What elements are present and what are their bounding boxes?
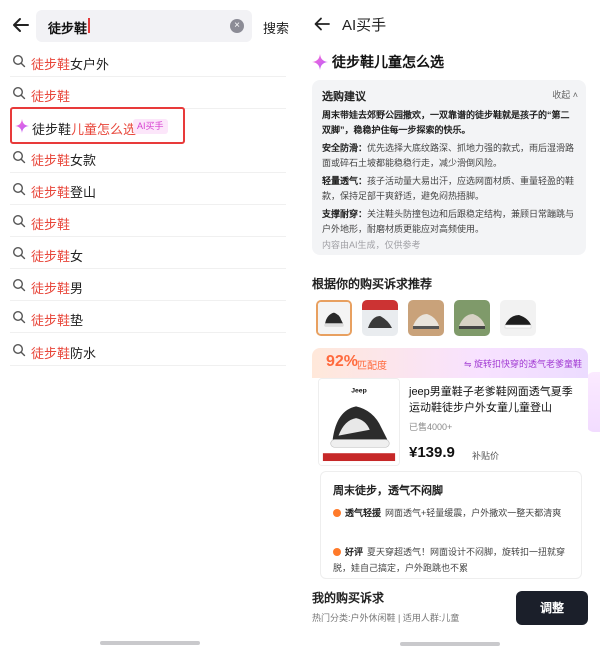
match-percent: 92% [326,353,359,370]
product-title[interactable]: jeep男童鞋子老爹鞋网面透气夏季运动鞋徒步户外女童儿童登山 [409,384,581,416]
suggestion-label: 徒步鞋女户外 [31,57,110,72]
home-indicator[interactable] [400,642,500,646]
search-icon [12,214,26,228]
suggestion-label: 徒步鞋儿童怎么选 [32,122,137,137]
search-icon [12,86,26,100]
collapse-button[interactable]: 收起 ˄ [552,88,578,101]
suggestion-item[interactable]: 徒步鞋 [10,205,286,237]
search-button[interactable]: 搜索 [263,18,289,37]
ai-buyer-panel: AI买手 徒步鞋儿童怎么选 选购建议 收起 ˄ 周末带娃去郊野公园撒欢，一双靠谱… [300,0,600,651]
product-image[interactable]: Jeep [318,378,400,466]
product-card[interactable]: Jeep jeep男童鞋子老爹鞋网面透气夏季运动鞋徒步户外女童儿童登山 已售40… [312,378,588,470]
suggestion-item[interactable]: 徒步鞋垫 [10,301,286,333]
advice-title: 选购建议 [322,91,366,103]
home-indicator[interactable] [100,641,200,645]
suggestion-label: 徒步鞋 [31,89,71,104]
thumbnail[interactable] [362,300,398,336]
advice-point: 轻量透气：孩子活动量大易出汗，应选网面材质、重量轻盈的鞋款，保持足部干爽舒适，避… [322,176,575,201]
match-tag: ⇋ 旋转扣快穿的透气老爹童鞋 [463,359,582,369]
match-label: 匹配度 [357,361,387,372]
review-card: 周末徒步，透气不闷脚 透气轻援 网面透气+轻量缓震，户外撒欢一整天都清爽 好评 夏天… [320,471,582,579]
search-header: 徒步鞋 × 搜索 [0,8,300,42]
search-icon [12,343,26,357]
collapse-label: 收起 [552,90,571,100]
shoe-image: Jeep [319,379,399,465]
recommend-title: 根据你的购买诉求推荐 [312,277,433,291]
thumbnail[interactable] [454,300,490,336]
advice-point: 安全防滑：优先选择大底纹路深、抓地力强的款式，雨后湿滑路面或碎石土坡都能稳稳行走… [322,143,575,168]
shoe-image [500,300,536,336]
sparkle-icon [15,119,29,133]
suggestion-item[interactable]: 徒步鞋登山 [10,173,286,205]
suggestion-item[interactable]: 徒步鞋女户外 [10,45,286,77]
ai-badge: AI买手 [133,119,168,134]
purchase-needs-bar: 我的购买诉求 热门分类:户外休闲鞋 | 适用人群:儿童 调整 [300,583,600,641]
needs-title: 我的购买诉求 [312,591,385,605]
product-thumbnails [316,300,556,340]
suggestion-label: 徒步鞋防水 [31,346,97,361]
search-icon [12,310,26,324]
thumbnail[interactable] [408,300,444,336]
suggestion-label: 徒步鞋男 [31,281,84,296]
search-input-value: 徒步鞋 [48,21,88,36]
back-arrow-icon[interactable] [10,14,32,36]
review-item: 好评 夏天穿超透气！网面设计不闷脚，旋转扣一扭就穿脱，娃自己搞定，户外跑跳也不累 [333,547,566,573]
review-title: 周末徒步，透气不闷脚 [333,485,443,497]
search-icon [12,278,26,292]
suggestion-item[interactable]: 徒步鞋防水 [10,334,286,366]
suggestion-label: 徒步鞋 [31,217,71,232]
advice-body: 周末带娃去郊野公园撒欢，一双靠谱的徒步鞋就是孩子的“第二双脚”，稳稳护住每一步探… [322,108,578,240]
suggestion-item[interactable]: 徒步鞋 [10,77,286,109]
search-icon [12,246,26,260]
shoe-image [362,300,398,336]
side-decoration [586,372,600,432]
bullet-icon [333,509,341,517]
search-icon [12,182,26,196]
advice-intro: 周末带娃去郊野公园撒欢，一双靠谱的徒步鞋就是孩子的“第二双脚”，稳稳护住每一步探… [322,110,570,135]
suggestion-item[interactable]: 徒步鞋女 [10,237,286,269]
thumbnail[interactable] [500,300,536,336]
brand-logo: Jeep [351,388,367,395]
thumbnail-selected[interactable] [316,300,352,336]
advice-card: 选购建议 收起 ˄ 周末带娃去郊野公园撒欢，一双靠谱的徒步鞋就是孩子的“第二双脚… [312,80,586,255]
shoe-image [454,300,490,336]
suggestion-ai-item[interactable]: 徒步鞋儿童怎么选 AI买手 [10,107,185,144]
link-icon: ⇋ [463,359,474,369]
suggestion-label: 徒步鞋垫 [31,313,84,328]
adjust-button[interactable]: 调整 [516,591,588,625]
back-arrow-icon[interactable] [312,14,332,34]
screen: 徒步鞋 × 搜索 徒步鞋女户外 徒步鞋 徒步鞋儿童怎么选 AI买手 徒步鞋女款 徒步鞋登山… [0,0,600,651]
bullet-icon [333,548,341,556]
shoe-image [318,302,350,334]
search-input[interactable]: 徒步鞋 × [36,10,252,42]
suggestion-label: 徒步鞋女 [31,249,84,264]
shoe-image [408,300,444,336]
match-banner: 92% 匹配度 ⇋ 旋转扣快穿的透气老爹童鞋 [312,348,588,378]
review-item: 透气轻援 网面透气+轻量缓震，户外撒欢一整天都清爽 [333,505,573,521]
question-text: 徒步鞋儿童怎么选 [332,54,444,70]
search-icon [12,150,26,164]
sparkle-icon [312,54,328,70]
clear-icon[interactable]: × [230,19,244,33]
needs-summary: 热门分类:户外休闲鞋 | 适用人群:儿童 [312,613,460,623]
suggestion-item[interactable]: 徒步鞋女款 [10,141,286,173]
chevron-up-icon: ˄ [570,90,578,100]
search-suggest-panel: 徒步鞋 × 搜索 徒步鞋女户外 徒步鞋 徒步鞋儿童怎么选 AI买手 徒步鞋女款 徒步鞋登山… [0,0,300,651]
suggestion-label: 徒步鞋女款 [31,153,97,168]
text-cursor [88,18,90,33]
page-title: AI买手 [342,17,387,34]
price-note: 补贴价 [472,451,500,461]
ai-disclaimer: 内容由AI生成，仅供参考 [322,240,421,250]
advice-point: 支撑耐穿：关注鞋头防撞包边和后跟稳定结构，兼顾日常蹦跳与户外地形，耐磨材质更能应… [322,209,575,234]
sales-count: 已售4000+ [409,422,453,432]
search-icon [12,54,26,68]
product-price: ¥139.9 [409,444,455,461]
suggestion-label: 徒步鞋登山 [31,185,97,200]
suggestion-item[interactable]: 徒步鞋男 [10,269,286,301]
